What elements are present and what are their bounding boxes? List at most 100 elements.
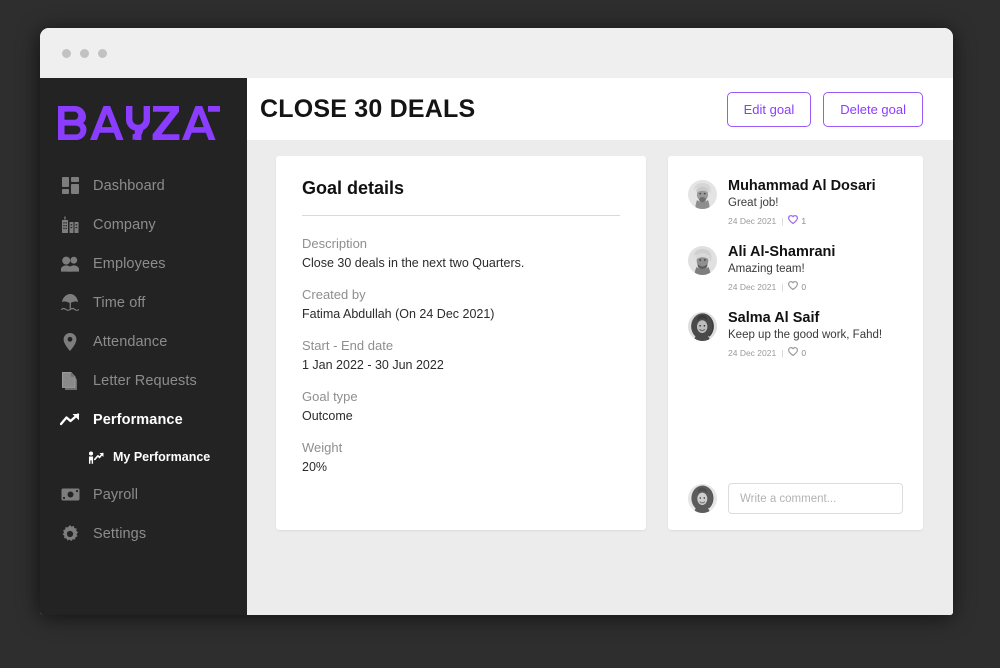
comment-body: Ali Al-Shamrani Amazing team! 24 Dec 202… [728,244,835,292]
divider [302,215,620,216]
avatar-muhammad[interactable] [688,180,717,209]
field-weight: Weight 20% [302,440,620,474]
sidebar-item-attendance[interactable]: Attendance [40,322,247,361]
comment-meta: 24 Dec 2021 | 0 [728,281,835,292]
sidebar-item-label: Performance [93,411,183,428]
field-description: Description Close 30 deals in the next t… [302,236,620,270]
sidebar-item-label: Dashboard [93,177,165,194]
field-label: Start - End date [302,338,394,353]
field-label: Goal type [302,389,358,404]
comment-meta: 24 Dec 2021 | 0 [728,347,882,358]
heart-icon[interactable] [788,215,799,226]
comment-body: Salma Al Saif Keep up the good work, Fah… [728,310,882,358]
heart-icon[interactable] [788,281,799,292]
field-value: Close 30 deals in the next two Quarters. [302,256,525,270]
comment-text: Great job! [728,197,779,209]
field-label: Description [302,236,368,251]
comment-author: Muhammad Al Dosari [728,178,876,194]
sidebar-item-time-off[interactable]: Time off [40,283,247,322]
sidebar-item-label: Payroll [93,486,139,503]
comment-list: Muhammad Al Dosari Great job! 24 Dec 202… [688,178,903,473]
sidebar-item-company[interactable]: Company [40,205,247,244]
main-content: CLOSE 30 DEALS Edit goal Delete goal Goa… [247,78,953,615]
sidebar-item-employees[interactable]: Employees [40,244,247,283]
money-bill-icon [60,485,80,505]
bayzat-logo[interactable] [58,106,247,141]
person-growth-icon [88,449,104,465]
gear-icon [60,524,80,544]
comments-card: Muhammad Al Dosari Great job! 24 Dec 202… [668,156,923,530]
comment-date: 24 Dec 2021 [728,281,777,292]
like-count: 0 [801,347,807,358]
field-created-by: Created by Fatima Abdullah (On 24 Dec 20… [302,287,620,321]
sidebar-item-settings[interactable]: Settings [40,514,247,553]
comment-item: Muhammad Al Dosari Great job! 24 Dec 202… [688,178,903,226]
field-label: Created by [302,287,366,302]
sidebar-item-payroll[interactable]: Payroll [40,475,247,514]
sidebar-item-dashboard[interactable]: Dashboard [40,166,247,205]
like-group[interactable]: 1 [788,215,806,226]
meta-separator: | [781,215,784,226]
sidebar-item-label: Employees [93,255,166,272]
map-pin-icon [60,332,80,352]
window-close-dot[interactable] [62,48,71,58]
sidebar-item-label: Time off [93,294,146,311]
meta-separator: | [781,281,784,292]
window-title-bar [40,28,953,78]
browser-window: Dashboard Company Employees Time off Att… [40,28,953,615]
sidebar-item-label: Settings [93,525,147,542]
comment-input[interactable] [728,483,903,514]
like-count: 0 [801,281,807,292]
beach-umbrella-icon [60,293,80,313]
app-body: Dashboard Company Employees Time off Att… [40,78,953,615]
sidebar-item-label: Attendance [93,333,168,350]
sidebar-item-performance[interactable]: Performance [40,400,247,439]
field-goal-type: Goal type Outcome [302,389,620,423]
like-count: 1 [801,215,807,226]
comment-text: Amazing team! [728,263,805,275]
avatar-ali[interactable] [688,246,717,275]
comment-author: Ali Al-Shamrani [728,244,836,260]
comment-item: Ali Al-Shamrani Amazing team! 24 Dec 202… [688,244,903,292]
field-value: Fatima Abdullah (On 24 Dec 2021) [302,307,495,321]
field-value: 1 Jan 2022 - 30 Jun 2022 [302,358,444,372]
goal-details-card: Goal details Description Close 30 deals … [276,156,646,530]
comment-body: Muhammad Al Dosari Great job! 24 Dec 202… [728,178,876,226]
edit-goal-button[interactable]: Edit goal [726,91,812,127]
sidebar-item-label: Company [93,216,156,233]
sidebar-subitem-label: My Performance [113,450,211,464]
trend-up-arrow-icon [60,410,80,430]
like-group[interactable]: 0 [788,281,806,292]
goal-details-title: Goal details [302,178,405,198]
content-area: Goal details Description Close 30 deals … [247,140,953,615]
avatar-salma[interactable] [688,312,717,341]
people-icon [60,254,80,274]
field-value: Outcome [302,409,353,423]
page-title: CLOSE 30 DEALS [260,94,476,123]
meta-separator: | [781,347,784,358]
sidebar: Dashboard Company Employees Time off Att… [40,78,247,615]
sidebar-item-letter-requests[interactable]: Letter Requests [40,361,247,400]
comment-meta: 24 Dec 2021 | 1 [728,215,876,226]
field-start-end-date: Start - End date 1 Jan 2022 - 30 Jun 202… [302,338,620,372]
comment-item: Salma Al Saif Keep up the good work, Fah… [688,310,903,358]
field-label: Weight [302,440,343,455]
comment-date: 24 Dec 2021 [728,347,777,358]
field-value: 20% [302,460,328,474]
document-icon [60,371,80,391]
buildings-icon [60,215,80,235]
delete-goal-button[interactable]: Delete goal [823,91,923,127]
sidebar-item-label: Letter Requests [93,372,197,389]
comment-author: Salma Al Saif [728,310,820,326]
avatar-current-user[interactable] [688,484,717,513]
window-maximize-dot[interactable] [98,48,107,58]
window-minimize-dot[interactable] [80,48,89,58]
page-header: CLOSE 30 DEALS Edit goal Delete goal [247,78,953,140]
like-group[interactable]: 0 [788,347,806,358]
comment-date: 24 Dec 2021 [728,215,777,226]
sidebar-subitem-my-performance[interactable]: My Performance [40,439,247,475]
dashboard-grid-icon [60,176,80,196]
heart-icon[interactable] [788,347,799,358]
comment-composer [688,473,903,514]
comment-text: Keep up the good work, Fahd! [728,329,883,341]
